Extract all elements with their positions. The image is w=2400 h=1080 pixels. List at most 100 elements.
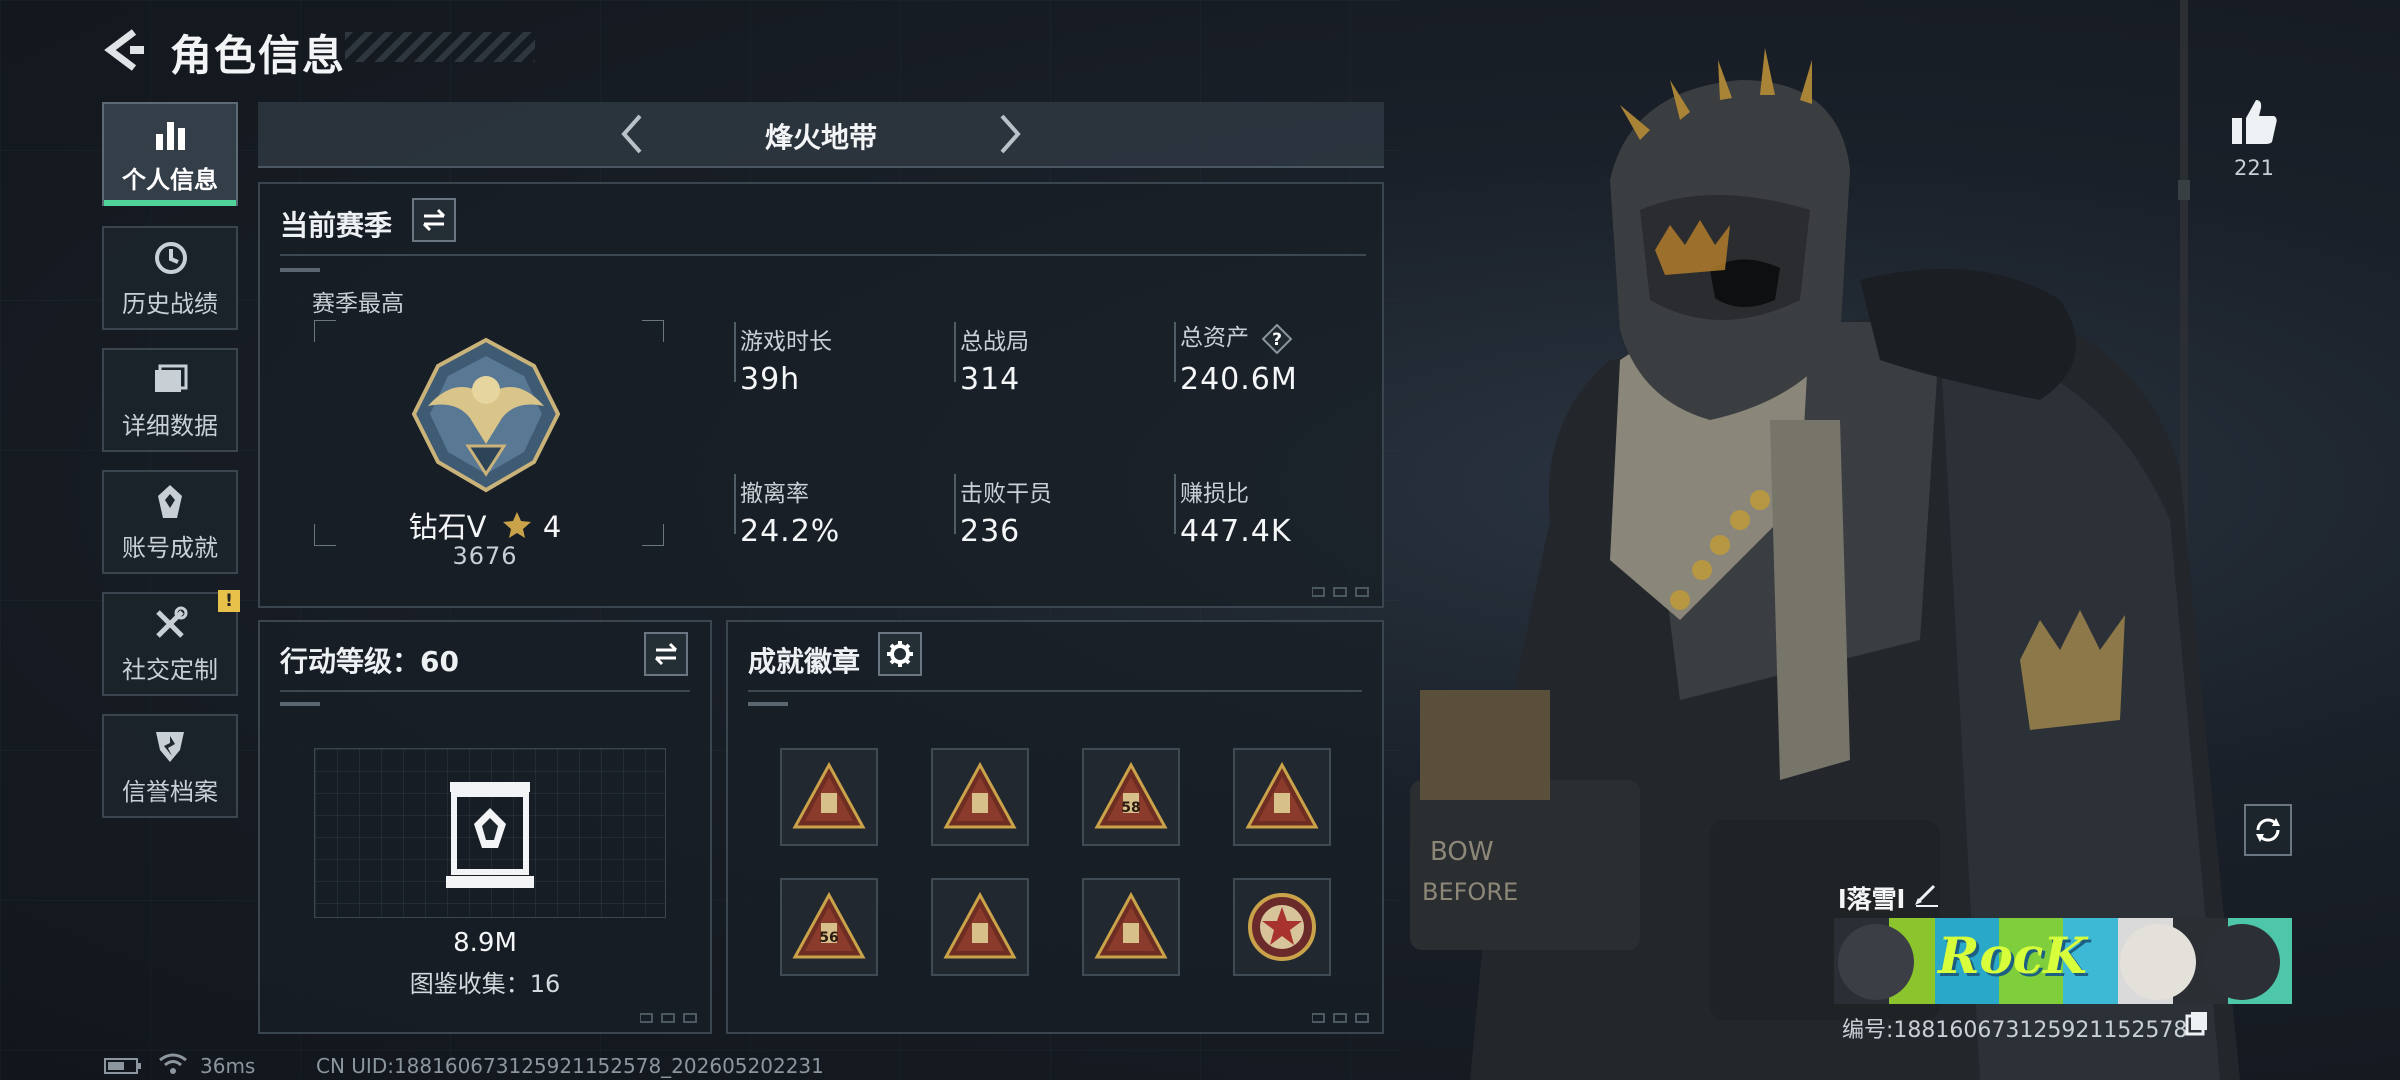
svg-text:BOW: BOW [1430,837,1494,867]
achievement-badge[interactable]: 56 [780,878,878,976]
stat-value: 236 [960,514,1021,549]
season-panel: 当前赛季 赛季最高 钻石V 4 3676 游戏时长 39h 总战局 314 总资… [258,182,1384,608]
gear-icon [887,641,913,667]
stat-label-with-help: 总资产 ? [1174,318,1293,354]
profile-banner[interactable]: RocK [1834,918,2292,1004]
triangle-badge-icon [943,761,1017,829]
collection-value: 8.9M [453,928,517,958]
achievement-settings-button[interactable] [878,632,922,676]
switch-season-button[interactable] [412,198,456,242]
refresh-icon [2256,818,2280,842]
stat-label: 游戏时长 [740,329,832,355]
nav-item-label: 信誉档案 [122,777,218,806]
nav-item-label: 历史战绩 [122,289,218,318]
nav-item-label: 个人信息 [122,165,218,194]
swap-icon [654,642,678,666]
achievement-badge[interactable] [931,878,1029,976]
action-level-title: 行动等级：60 [280,645,459,678]
clock-history-icon [155,241,187,274]
nav-item-personal-info[interactable]: 个人信息 [102,102,238,206]
action-level-panel: 行动等级：60 8.9M 图鉴收集：16 [258,620,712,1034]
svg-text:BEFORE: BEFORE [1422,878,1518,906]
collection-count: 图鉴收集：16 [409,970,561,998]
achievement-badge[interactable] [1233,748,1331,846]
stat-label: 赚损比 [1180,481,1249,507]
folder-data-icon [155,364,188,392]
rank-line: 钻石V 4 [350,504,620,546]
player-name: l落雪l [1838,885,1906,914]
wifi-icon [159,1053,187,1074]
banner-graffiti-text: RocK [1938,926,2087,985]
divider [280,690,690,692]
nav-item-detailed-data[interactable]: 详细数据 [102,348,238,452]
swap-icon [422,208,446,232]
help-icon[interactable]: ? [1262,323,1293,354]
achievement-badge[interactable] [1233,878,1331,976]
nav-item-social-custom[interactable]: 社交定制 ! [102,590,240,696]
triangle-badge-icon [792,891,866,959]
thumbs-up-icon[interactable] [2228,96,2280,148]
stat-value: 314 [960,362,1021,397]
mode-title: 烽火地带 [764,121,877,154]
divider-mark [280,268,320,272]
achievement-badge[interactable]: 58 [1082,748,1180,846]
bar-chart-icon [156,121,185,150]
title-decoration [345,32,535,62]
player-id: 编号:1881606731259211525​78 [1842,1018,2188,1043]
ping-value: 36ms [200,1054,256,1078]
triangle-badge-icon [1094,761,1168,829]
battery-icon [104,1058,141,1074]
banner-avatar [1838,924,1914,1000]
help-text: ? [1272,330,1282,350]
badge-number: 58 [1121,800,1141,816]
copy-icon[interactable] [2184,1010,2210,1036]
like-count: 221 [2233,156,2275,180]
display-case-icon [446,782,534,888]
triangle-badge-icon [943,891,1017,959]
triangle-badge-icon [1094,891,1168,959]
nav-item-label: 账号成就 [122,533,218,562]
stat-label: 总战局 [960,329,1029,355]
season-best-label: 赛季最高 [312,291,404,317]
rank-points: 3676 [452,542,518,570]
achievement-title: 成就徽章 [748,645,861,678]
rotate-model-button[interactable] [2244,804,2292,856]
star-icon [502,512,531,538]
chevron-right-icon[interactable] [984,110,1032,158]
switch-level-button[interactable] [644,632,688,676]
page-title: 角色信息 [170,31,347,80]
corner-decoration [1312,587,1369,597]
divider-mark [280,702,320,706]
stat-label: 击败干员 [960,481,1052,507]
badge-number: 56 [819,930,839,946]
round-star-badge-icon [1248,893,1316,961]
stat-value: 240.6M [1180,362,1298,397]
banner-character [2204,924,2280,1000]
achievement-panel: 成就徽章 58 56 [726,620,1384,1034]
edit-pencil-icon[interactable] [1912,880,1940,908]
diamond-rank-emblem-icon [411,337,561,493]
stat-value: 24.2% [740,514,841,549]
nav-item-label: 社交定制 [122,655,218,684]
achievement-badge[interactable] [1082,878,1180,976]
rank-stars: 4 [542,510,562,544]
banner-character [2120,924,2196,1000]
triangle-badge-icon [792,761,866,829]
triangle-badge-icon [1245,761,1319,829]
corner-decoration [1312,1013,1369,1023]
nav-item-history[interactable]: 历史战绩 [102,226,238,330]
nav-item-label: 详细数据 [122,411,218,440]
season-title: 当前赛季 [280,209,393,242]
tools-icon [156,606,188,638]
divider [280,254,1366,256]
achievement-badge[interactable] [780,748,878,846]
shield-icon [156,731,184,762]
achievement-badge[interactable] [931,748,1029,846]
nav-item-achievements[interactable]: 账号成就 [102,470,238,574]
divider-mark [748,702,788,706]
back-arrow-icon[interactable] [100,26,148,74]
stat-value: 39h [740,362,801,397]
nav-item-reputation[interactable]: 信誉档案 [102,714,238,818]
rank-name: 钻石V [408,510,487,544]
divider [748,690,1362,692]
